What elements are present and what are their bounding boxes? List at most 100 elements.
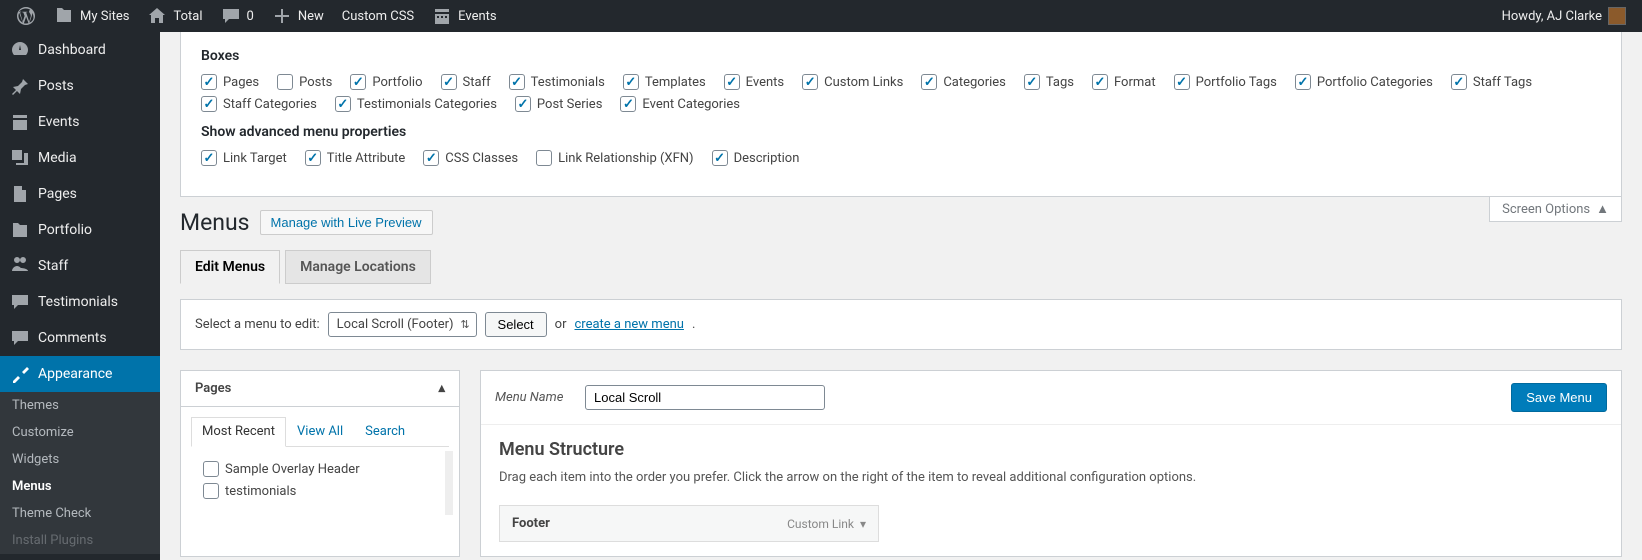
page-item-label: testimonials <box>225 484 296 499</box>
submenu-theme-check[interactable]: Theme Check <box>0 500 160 527</box>
pages-tab-search[interactable]: Search <box>354 417 416 446</box>
screen-options-tab-label: Screen Options <box>1502 202 1590 217</box>
sidebar-item-portfolio[interactable]: Portfolio <box>0 212 160 248</box>
or-text: or <box>555 317 567 332</box>
checkbox-icon <box>203 483 219 499</box>
comment-icon <box>10 328 30 348</box>
box-checkbox[interactable]: Staff Categories <box>201 96 317 112</box>
admin-sidebar: Dashboard Posts Events Media Pages Portf… <box>0 32 160 560</box>
custom-css[interactable]: Custom CSS <box>334 0 422 32</box>
menu-select[interactable]: Local Scroll (Footer) <box>328 312 477 337</box>
events-toolbar[interactable]: Events <box>424 0 504 32</box>
box-checkbox[interactable]: Categories <box>921 74 1006 90</box>
checkbox-icon <box>921 74 937 90</box>
menu-name-label: Menu Name <box>495 390 585 405</box>
box-checkbox[interactable]: Testimonials <box>509 74 605 90</box>
calendar-icon <box>10 112 30 132</box>
box-checkbox[interactable]: Pages <box>201 74 259 90</box>
box-checkbox[interactable]: Staff <box>441 74 491 90</box>
pages-metabox-toggle[interactable]: Pages ▴ <box>181 371 459 407</box>
box-label: Staff Categories <box>223 97 317 112</box>
appearance-submenu: Themes Customize Widgets Menus Theme Che… <box>0 392 160 554</box>
page-icon <box>10 184 30 204</box>
checkbox-icon <box>201 74 217 90</box>
submenu-themes[interactable]: Themes <box>0 392 160 419</box>
menu-name-input[interactable] <box>585 385 825 410</box>
box-label: Testimonials <box>531 75 605 90</box>
box-checkbox[interactable]: Posts <box>277 74 332 90</box>
select-button[interactable]: Select <box>485 312 547 337</box>
box-checkbox[interactable]: Tags <box>1024 74 1074 90</box>
tab-manage-locations[interactable]: Manage Locations <box>285 250 431 284</box>
site-name[interactable]: Total <box>139 0 210 32</box>
pages-tab-recent[interactable]: Most Recent <box>191 417 286 447</box>
menu-item-handle[interactable]: Footer Custom Link ▾ <box>499 505 879 542</box>
advanced-label: Title Attribute <box>327 151 406 166</box>
box-checkbox[interactable]: Events <box>724 74 784 90</box>
boxes-heading: Boxes <box>201 48 1601 64</box>
pages-tab-view-all[interactable]: View All <box>286 417 354 446</box>
advanced-label: Link Relationship (XFN) <box>558 151 693 166</box>
page-item-checkbox[interactable]: testimonials <box>203 483 433 499</box>
chevron-down-icon: ▾ <box>860 517 866 531</box>
box-checkbox[interactable]: Testimonials Categories <box>335 96 497 112</box>
checkbox-icon <box>423 150 439 166</box>
custom-css-label: Custom CSS <box>342 9 414 24</box>
menu-select-bar: Select a menu to edit: Local Scroll (Foo… <box>180 299 1622 350</box>
new-content[interactable]: New <box>264 0 332 32</box>
my-sites[interactable]: My Sites <box>46 0 137 32</box>
sidebar-item-testimonials[interactable]: Testimonials <box>0 284 160 320</box>
checkbox-icon <box>1174 74 1190 90</box>
box-checkbox[interactable]: Portfolio Categories <box>1295 74 1433 90</box>
sidebar-item-appearance[interactable]: Appearance <box>0 356 160 392</box>
wordpress-icon <box>16 6 36 26</box>
box-checkbox[interactable]: Event Categories <box>620 96 740 112</box>
page-item-checkbox[interactable]: Sample Overlay Header <box>203 461 433 477</box>
manage-live-preview-button[interactable]: Manage with Live Preview <box>260 210 433 235</box>
sidebar-item-comments[interactable]: Comments <box>0 320 160 356</box>
menu-item-type: Custom Link <box>787 517 854 531</box>
appearance-icon <box>10 364 30 384</box>
advanced-checkbox[interactable]: Title Attribute <box>305 150 406 166</box>
dashboard-icon <box>10 40 30 60</box>
save-menu-button[interactable]: Save Menu <box>1511 383 1607 412</box>
sidebar-item-dashboard[interactable]: Dashboard <box>0 32 160 68</box>
submenu-widgets[interactable]: Widgets <box>0 446 160 473</box>
events-toolbar-label: Events <box>458 9 496 24</box>
screen-options-tab[interactable]: Screen Options ▲ <box>1489 197 1622 222</box>
box-label: Events <box>746 75 784 90</box>
box-checkbox[interactable]: Portfolio Tags <box>1174 74 1277 90</box>
checkbox-icon <box>350 74 366 90</box>
wp-logo[interactable] <box>8 0 44 32</box>
box-checkbox[interactable]: Templates <box>623 74 706 90</box>
submenu-install-plugins[interactable]: Install Plugins <box>0 527 160 554</box>
box-label: Portfolio <box>372 75 422 90</box>
sidebar-item-staff[interactable]: Staff <box>0 248 160 284</box>
advanced-checkbox[interactable]: Link Target <box>201 150 287 166</box>
box-checkbox[interactable]: Staff Tags <box>1451 74 1532 90</box>
box-checkbox[interactable]: Post Series <box>515 96 603 112</box>
tab-edit-menus[interactable]: Edit Menus <box>180 250 280 284</box>
sidebar-item-media[interactable]: Media <box>0 140 160 176</box>
box-checkbox[interactable]: Format <box>1092 74 1156 90</box>
menu-item-title: Footer <box>512 516 550 531</box>
advanced-checkbox[interactable]: Description <box>712 150 800 166</box>
pin-icon <box>10 76 30 96</box>
box-label: Portfolio Tags <box>1196 75 1277 90</box>
my-account[interactable]: Howdy, AJ Clarke <box>1494 0 1634 32</box>
testimonial-icon <box>10 292 30 312</box>
sidebar-item-events[interactable]: Events <box>0 104 160 140</box>
sidebar-item-pages[interactable]: Pages <box>0 176 160 212</box>
advanced-checkbox[interactable]: CSS Classes <box>423 150 518 166</box>
checkbox-icon <box>1451 74 1467 90</box>
comments-count[interactable]: 0 <box>213 0 262 32</box>
sidebar-item-posts[interactable]: Posts <box>0 68 160 104</box>
box-checkbox[interactable]: Portfolio <box>350 74 422 90</box>
advanced-checkbox[interactable]: Link Relationship (XFN) <box>536 150 693 166</box>
submenu-customize[interactable]: Customize <box>0 419 160 446</box>
checkbox-icon <box>305 150 321 166</box>
create-menu-link[interactable]: create a new menu <box>575 317 684 332</box>
box-checkbox[interactable]: Custom Links <box>802 74 903 90</box>
box-label: Templates <box>645 75 706 90</box>
submenu-menus[interactable]: Menus <box>0 473 160 500</box>
